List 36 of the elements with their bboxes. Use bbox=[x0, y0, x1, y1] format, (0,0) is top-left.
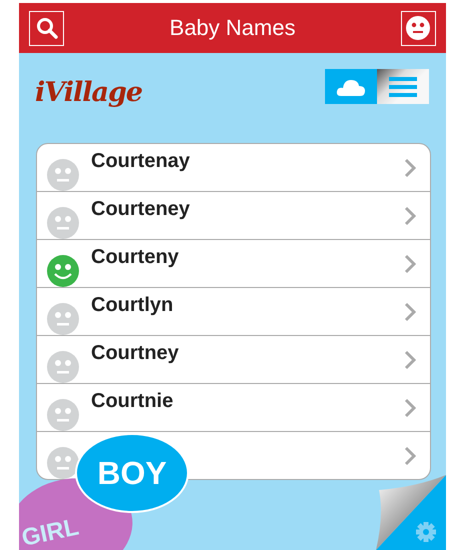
smiley-face-icon[interactable] bbox=[47, 254, 79, 286]
chevron-icon bbox=[404, 254, 416, 274]
neutral-face-icon[interactable] bbox=[47, 206, 79, 238]
chevron-icon bbox=[404, 302, 416, 322]
neutral-face-icon[interactable] bbox=[47, 446, 79, 478]
chevron-icon bbox=[404, 446, 416, 466]
chevron-icon bbox=[404, 398, 416, 418]
name-label: Courtenay bbox=[91, 150, 191, 173]
name-label: Courtlyn bbox=[91, 294, 174, 317]
cloud-view-button[interactable] bbox=[325, 69, 377, 104]
name-row[interactable]: Courteney bbox=[37, 191, 430, 239]
brand-logo: iVillage bbox=[35, 77, 142, 108]
name-label: Courteny bbox=[91, 246, 180, 269]
chevron-icon bbox=[404, 206, 416, 226]
list-view-button[interactable] bbox=[377, 69, 429, 104]
name-row[interactable]: Courtlyn bbox=[37, 287, 430, 335]
list-icon bbox=[389, 76, 417, 96]
name-row[interactable]: Courtnie bbox=[37, 383, 430, 431]
name-label: Courtnie bbox=[91, 390, 174, 413]
search-button[interactable] bbox=[29, 10, 64, 46]
neutral-face-icon[interactable] bbox=[47, 350, 79, 382]
name-row[interactable]: Courtenay bbox=[37, 144, 430, 191]
name-label: Courtney bbox=[91, 342, 180, 365]
face-button[interactable] bbox=[400, 10, 436, 46]
name-row[interactable]: Courtney bbox=[37, 335, 430, 383]
neutral-face-icon bbox=[406, 16, 430, 40]
settings-page-curl[interactable] bbox=[376, 475, 446, 550]
header-title: Baby Names bbox=[170, 15, 296, 41]
neutral-face-icon[interactable] bbox=[47, 158, 79, 190]
chevron-icon bbox=[404, 350, 416, 370]
neutral-face-icon[interactable] bbox=[47, 398, 79, 430]
name-row[interactable]: Courteny bbox=[37, 239, 430, 287]
name-label: Courteney bbox=[91, 198, 191, 221]
neutral-face-icon[interactable] bbox=[47, 302, 79, 334]
search-icon bbox=[36, 17, 58, 39]
chevron-icon bbox=[404, 158, 416, 178]
